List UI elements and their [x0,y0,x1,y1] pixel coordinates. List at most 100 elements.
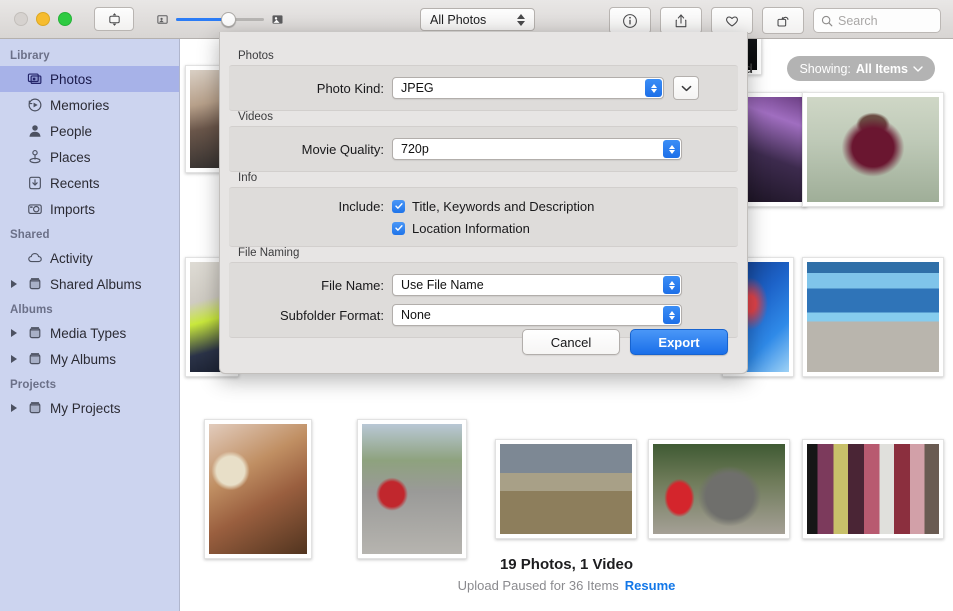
photo-thumbnail[interactable] [802,439,944,539]
sidebar-item-shared-albums[interactable]: Shared Albums [0,271,179,297]
sidebar-section-header: Albums [0,297,179,320]
sidebar-item-imports[interactable]: Imports [0,196,179,222]
popup-value: Use File Name [401,278,484,292]
checkbox-label: Location Information [412,221,530,236]
album-icon [26,351,43,368]
item-count-label: 19 Photos, 1 Video [180,556,953,573]
setting-label: Movie Quality: [229,142,392,157]
sidebar-section-header: Projects [0,372,179,395]
zoom-slider[interactable] [176,12,264,26]
checkbox-title-keywords-and-description[interactable] [392,200,405,213]
share-button[interactable] [660,7,702,34]
settings-row: File Name: Use File Name [229,270,738,300]
settings-group: File Name: Use File Name Subfolder Format:… [229,262,738,338]
popup-button-file-name[interactable]: Use File Name [392,274,682,296]
cancel-button[interactable]: Cancel [522,329,620,355]
zoom-slider-knob[interactable] [221,12,236,27]
favorite-button[interactable] [711,7,753,34]
sidebar-item-label: Activity [50,251,93,266]
photos-icon [27,71,43,87]
popup-value: 720p [401,142,429,156]
stepper-arrows-icon[interactable] [663,140,680,158]
photo-thumbnail[interactable] [648,439,790,539]
album-icon [26,325,43,342]
sidebar-item-label: Media Types [50,326,126,341]
photo-thumbnail[interactable] [802,257,944,377]
cloud-icon [26,250,43,267]
thumbnail-zoom-control[interactable] [156,12,284,26]
showing-value: All Items [856,62,908,76]
settings-group-title: Photos [220,50,747,65]
sidebar-item-label: Photos [50,72,92,87]
upload-status-row: Upload Paused for 36 ItemsResume [180,578,953,593]
search-field[interactable]: Search [813,8,941,33]
info-button[interactable] [609,7,651,34]
photo-image [362,424,462,554]
showing-label: Showing: [799,62,850,76]
disclosure-triangle-icon[interactable] [11,355,17,363]
photo-thumbnail[interactable] [495,439,637,539]
stepper-arrows-icon[interactable] [663,306,680,324]
sidebar-section-header: Library [0,43,179,66]
maximize-window-button[interactable] [58,12,72,26]
photo-image [807,262,939,372]
disclosure-triangle-icon[interactable] [11,280,17,288]
photo-thumbnail[interactable] [204,419,312,559]
places-icon [27,149,43,165]
stepper-arrows-icon[interactable] [645,79,662,97]
library-filter-popup[interactable]: All Photos [420,8,535,31]
resume-upload-link[interactable]: Resume [625,578,676,593]
sidebar-item-photos[interactable]: Photos [0,66,179,92]
stepper-arrows-icon[interactable] [663,276,680,294]
search-icon [821,15,833,27]
large-thumbnail-icon [271,13,284,26]
popup-button-movie-quality[interactable]: 720p [392,138,682,160]
view-toggle-button[interactable] [94,7,134,31]
showing-filter-pill[interactable]: Showing: All Items [787,56,935,81]
traffic-lights [14,12,72,26]
chevron-down-icon [681,85,692,92]
disclosure-triangle-icon[interactable] [11,329,17,337]
setting-label: Photo Kind: [229,81,392,96]
album-icon [27,400,43,416]
checkbox-location-information[interactable] [392,222,405,235]
recents-icon [26,175,43,192]
expand-options-button[interactable] [673,76,699,100]
settings-group: Include:Title, Keywords and Description L… [229,187,738,247]
fullscreen-toggle-icon [107,12,122,27]
sidebar-item-my-albums[interactable]: My Albums [0,346,179,372]
photos-app-window: All Photos [0,0,953,611]
album-icon [26,276,43,293]
imports-icon [27,201,43,217]
sidebar-item-places[interactable]: Places [0,144,179,170]
sidebar-item-people[interactable]: People [0,118,179,144]
settings-group-title: Info [220,172,747,187]
photo-thumbnail[interactable] [802,92,944,207]
sidebar-item-label: My Projects [50,401,121,416]
sidebar-item-memories[interactable]: Memories [0,92,179,118]
sidebar-item-my-projects[interactable]: My Projects [0,395,179,421]
sidebar-item-recents[interactable]: Recents [0,170,179,196]
minimize-window-button[interactable] [36,12,50,26]
sidebar-item-media-types[interactable]: Media Types [0,320,179,346]
sidebar-item-label: Places [50,150,91,165]
export-button[interactable]: Export [630,329,728,355]
sidebar-item-activity[interactable]: Activity [0,245,179,271]
memories-icon [26,97,43,114]
rotate-button[interactable] [762,7,804,34]
checkmark-icon [394,223,404,233]
settings-checkbox-row: Include:Title, Keywords and Description [229,195,738,217]
popup-button-photo-kind[interactable]: JPEG [392,77,664,99]
disclosure-triangle-icon[interactable] [11,404,17,412]
setting-label: Subfolder Format: [229,308,392,323]
sidebar-item-label: Memories [50,98,109,113]
zoom-slider-fill [176,18,226,21]
setting-label: File Name: [229,278,392,293]
close-window-button[interactable] [14,12,28,26]
export-settings-sheet: PhotosPhoto Kind:JPEGVideosMovie Quality… [219,32,748,374]
library-status: 19 Photos, 1 Video Upload Paused for 36 … [180,556,953,593]
sidebar-section-header: Shared [0,222,179,245]
popup-button-subfolder-format[interactable]: None [392,304,682,326]
photo-thumbnail[interactable] [357,419,467,559]
sidebar-item-label: People [50,124,92,139]
